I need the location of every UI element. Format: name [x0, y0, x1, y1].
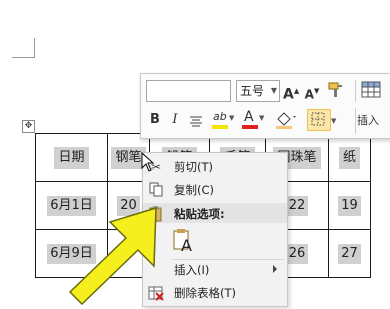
mouse-pointer-icon	[141, 151, 155, 172]
bold-button[interactable]: B	[149, 112, 161, 128]
paste-keep-text-icon: A	[172, 228, 194, 255]
submenu-arrow-icon	[273, 265, 277, 273]
borders-icon[interactable]	[307, 109, 331, 131]
grow-font-button[interactable]: A▲	[283, 83, 299, 103]
chevron-down-icon: ▼	[270, 86, 277, 95]
mini-toolbar: 五号 ▼ A▲ A▼ B I ab ▼ A ▼ ▼ 插入	[140, 73, 390, 139]
table-cell[interactable]: 日期	[35, 133, 108, 182]
font-color-swatch	[242, 125, 258, 129]
format-painter-icon[interactable]	[327, 81, 345, 99]
italic-button[interactable]: I	[169, 112, 181, 128]
align-center-icon[interactable]	[189, 113, 203, 127]
toolbar-divider	[355, 80, 356, 102]
annotation-arrow-icon	[60, 200, 170, 306]
shrink-font-button[interactable]: A▼	[304, 83, 320, 103]
chevron-down-icon: ▼	[331, 117, 337, 125]
font-size-combobox[interactable]: 五号 ▼	[236, 80, 280, 102]
insert-table-icon[interactable]	[361, 81, 385, 101]
page-corner-mark	[34, 38, 35, 58]
toolbar-divider	[355, 108, 356, 134]
font-color-button[interactable]: A ▼	[241, 109, 265, 131]
chevron-down-icon: ▼	[259, 114, 265, 122]
menu-item-copy[interactable]: 复制(C)	[143, 179, 287, 201]
highlight-swatch	[212, 125, 228, 129]
insert-button[interactable]: 插入	[357, 112, 379, 128]
highlight-color-button[interactable]: ab ▼	[211, 109, 235, 131]
table-cell[interactable]: 19	[328, 181, 371, 230]
page-corner-mark	[12, 57, 34, 58]
shading-bucket-icon[interactable]	[275, 110, 297, 130]
table-cell[interactable]: 纸	[328, 133, 371, 182]
table-cell[interactable]: 27	[328, 229, 371, 278]
font-name-combobox[interactable]	[146, 80, 231, 102]
table-move-handle-icon[interactable]: ✥	[22, 120, 35, 133]
copy-icon	[148, 182, 164, 198]
menu-item-cut[interactable]: ✂ 剪切(T)	[143, 156, 287, 178]
chevron-down-icon: ▼	[229, 114, 235, 122]
